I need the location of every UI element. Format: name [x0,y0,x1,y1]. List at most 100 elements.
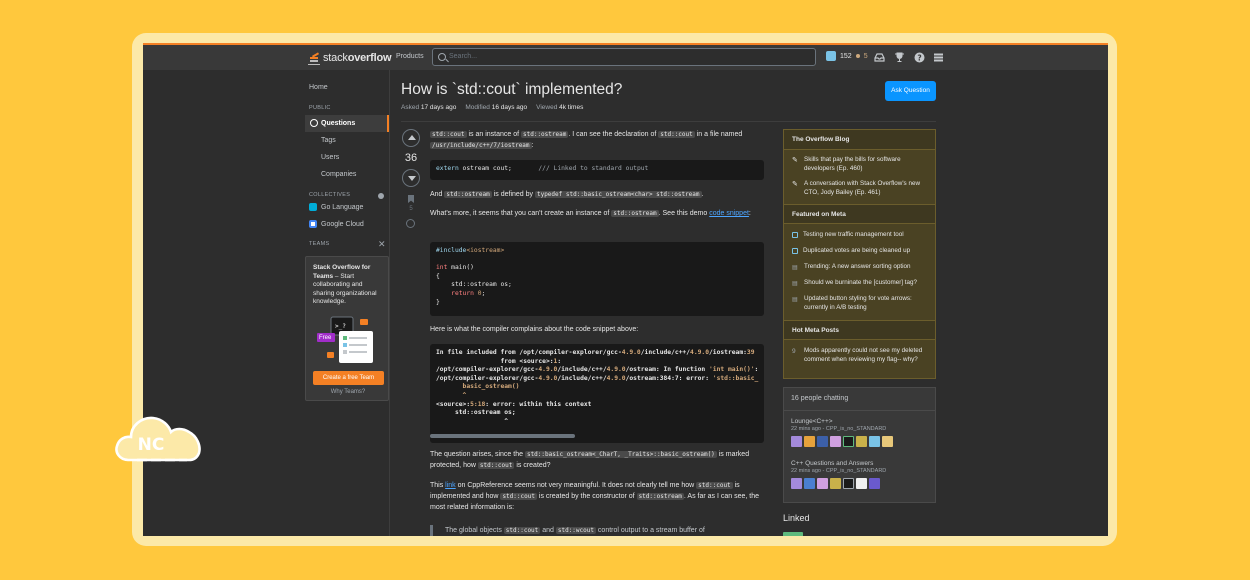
help-icon[interactable]: ? [914,52,925,63]
text: is created by the constructor of [536,493,637,500]
chat-room[interactable]: Lounge<C++> 22 mins ago - CPP_is_no_STAN… [791,418,931,447]
linked-score[interactable] [783,532,803,536]
why-teams-link[interactable]: Why Teams? [306,389,390,395]
blog-item[interactable]: ✎ A conversation with Stack Overflow's ne… [792,180,930,197]
avatar[interactable] [869,436,880,447]
svg-text:?: ? [917,53,921,62]
stackoverflow-logo[interactable]: stackoverflow [308,49,392,67]
horizontal-scrollbar[interactable] [430,434,575,438]
bookmark-icon[interactable] [408,195,414,203]
avatar[interactable] [804,478,815,489]
text: What's more, it seems that you can't cre… [430,210,612,217]
text: and [540,527,556,534]
avatar[interactable] [869,478,880,489]
meta-item[interactable]: ▤ Should we burninate the [customer] tag? [792,279,930,288]
nav-tags[interactable]: Tags [321,137,336,144]
avatar[interactable] [843,436,854,447]
meta-item[interactable]: ▤ Updated button styling for vote arrows:… [792,295,930,312]
info-icon[interactable] [378,193,384,199]
chat-header: 16 people chatting [791,395,849,402]
google-cloud-icon [309,220,317,228]
achievements-icon[interactable] [894,52,905,63]
code-token: /include/c++/ [557,366,607,374]
inbox-icon[interactable] [874,52,885,63]
nav-home[interactable]: Home [309,84,328,91]
code-token: /ostream:384:7: error: [625,374,713,382]
inline-code: std::cout [477,462,515,469]
code-token: : error: within this context [485,400,592,408]
asked-value: 17 days ago [420,104,457,111]
collective-go[interactable]: Go Language [309,203,363,211]
code-token: /opt/compiler-explorer/gcc- [436,366,539,374]
text: is created? [514,462,551,469]
hot-meta-item[interactable]: 9 Mods apparently could not see my delete… [792,347,930,364]
nc-text: NC [138,435,165,455]
question-title[interactable]: How is `std::cout` implemented? [401,81,622,99]
chat-room-name: C++ Questions and Answers [791,460,874,467]
nav-companies[interactable]: Companies [321,171,356,178]
meta-item[interactable]: Testing new traffic management tool [792,231,930,240]
avatar[interactable] [856,436,867,447]
upvote-button[interactable] [402,129,420,147]
code-token: 4.9.0 [538,366,558,374]
meta-item[interactable]: ▤ Trending: A new answer sorting option [792,263,930,272]
avatar[interactable] [817,436,828,447]
code-token: /include/c++/ [640,349,691,356]
code-token: #include [436,247,467,254]
globe-icon [310,119,318,127]
avatar[interactable] [830,436,841,447]
chat-widget: 16 people chatting Lounge<C++> 22 mins a… [783,387,936,503]
text: . I can see the declaration of [568,131,659,138]
avatar[interactable] [882,436,893,447]
site-switcher-icon[interactable] [933,52,944,63]
create-team-button[interactable]: Create a free Team [313,371,384,385]
collective-google-cloud[interactable]: Google Cloud [309,220,364,228]
code-token: <source>: [436,400,471,408]
text: in a file named [694,131,743,138]
modified-label: Modified [465,104,490,111]
nav-questions[interactable]: Questions [305,115,390,132]
downvote-button[interactable] [402,169,420,187]
search-input[interactable]: Search... [432,48,816,66]
code-token: ; [481,289,486,297]
bronze-badge-count: 5 [863,52,868,60]
sidebar-divider [389,70,390,536]
upvote-icon [408,135,416,140]
avatar[interactable] [830,478,841,489]
blog-item[interactable]: ✎ Skills that pay the bills for software … [792,156,930,173]
modified-value[interactable]: 16 days ago [492,104,527,111]
avatar[interactable] [856,478,867,489]
paragraph-1: std::cout is an instance of std::ostream… [430,129,764,151]
ask-question-button[interactable]: Ask Question [885,81,936,101]
avatar[interactable] [791,478,802,489]
code-snippet-link[interactable]: code snippet [709,210,749,217]
products-menu[interactable]: Products [396,53,424,60]
code-block-3[interactable]: In file included from /opt/compiler-expl… [430,344,764,443]
user-reputation[interactable]: 152 5 [826,51,868,61]
overflow-blog-title: The Overflow Blog [784,130,935,150]
chat-room-meta: 22 mins ago - CPP_is_no_STANDARD [791,468,887,474]
cppreference-link[interactable]: link [445,482,456,489]
message-icon [792,232,798,238]
meta-item[interactable]: Duplicated votes are being cleaned up [792,247,930,256]
avatar[interactable] [804,436,815,447]
pencil-icon: ✎ [792,157,798,164]
chat-room[interactable]: C++ Questions and Answers 22 mins ago - … [791,460,931,489]
nav-users[interactable]: Users [321,154,339,161]
code-token: int [436,264,448,272]
inline-code: std::cout [658,131,695,138]
text: The question arises, since the [430,451,525,458]
linked-heading: Linked [783,513,810,523]
history-icon[interactable] [406,219,415,228]
code-token: : [557,357,562,365]
viewed-label: Viewed [536,104,558,111]
message-icon [792,248,798,254]
paragraph-5: The question arises, since the std::basi… [430,449,764,471]
inline-code: std::ostream [521,131,569,138]
avatar[interactable] [817,478,828,489]
stack-icon: ▤ [792,265,798,271]
code-token: { [436,272,440,280]
avatar[interactable] [791,436,802,447]
avatar[interactable] [843,478,854,489]
close-icon[interactable]: ✕ [378,240,386,249]
